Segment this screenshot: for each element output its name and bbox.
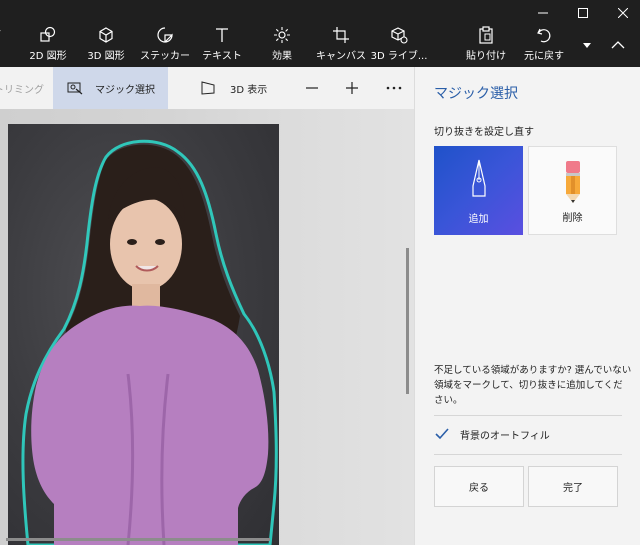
- app-toolbar: 2D 図形 3D 図形 ステッカー テキスト 効果 キャンバス 3D ライブ..…: [0, 0, 640, 67]
- 3d-shapes-button[interactable]: 3D 図形: [86, 26, 126, 66]
- autofill-label: 背景のオートフィル: [460, 430, 550, 442]
- person-photo: [21, 139, 278, 545]
- sticker-icon: [157, 27, 173, 43]
- vertical-scrollbar[interactable]: [406, 248, 409, 394]
- divider: [434, 454, 622, 455]
- effects-button[interactable]: 効果: [265, 26, 299, 66]
- magic-select-button[interactable]: マジック選択: [53, 67, 168, 109]
- 3d-view-label: 3D 表示: [230, 84, 268, 96]
- toolbar-label: 貼り付け: [466, 51, 506, 62]
- toolbar-label: テキスト: [202, 51, 242, 62]
- toolbar-label: 効果: [272, 51, 292, 62]
- brush-icon: [0, 30, 1, 32]
- paste-button[interactable]: 貼り付け: [466, 26, 506, 66]
- pen-icon: [471, 159, 486, 197]
- chevron-down-icon: [583, 42, 591, 48]
- text-icon: [216, 28, 228, 42]
- plus-icon: [346, 82, 358, 94]
- toolbar-label: 元に戻す: [524, 51, 564, 62]
- 2d-shapes-icon: [40, 26, 56, 42]
- back-label: 戻る: [469, 483, 489, 494]
- horizontal-scrollbar[interactable]: [6, 538, 270, 541]
- zoom-in-button[interactable]: [343, 67, 361, 109]
- trim-label: トリミング: [0, 84, 44, 96]
- undo-icon: [537, 28, 551, 43]
- chevron-up-icon: [611, 41, 625, 49]
- toolbar-label: 3D 図形: [87, 51, 125, 62]
- photo-image[interactable]: [8, 124, 279, 545]
- close-icon: [618, 8, 628, 18]
- canvas-icon: [333, 27, 349, 43]
- toolbar-label: ステッカー: [140, 51, 190, 62]
- done-label: 完了: [563, 483, 583, 494]
- drawing-canvas[interactable]: [0, 109, 414, 545]
- magic-select-label: マジック選択: [95, 84, 155, 96]
- toolbar-label: キャンバス: [316, 51, 366, 62]
- brushes-button[interactable]: [0, 26, 8, 66]
- undo-button[interactable]: 元に戻す: [522, 26, 566, 66]
- 3d-view-icon: [201, 81, 215, 95]
- eraser-icon: [565, 161, 580, 203]
- zoom-out-button[interactable]: [303, 67, 321, 109]
- hint-message: 不足している領域がありますか? 選んでいない領域をマークして、切り抜きに追加して…: [434, 365, 632, 406]
- done-button[interactable]: 完了: [528, 466, 618, 507]
- magic-select-icon: [67, 82, 83, 94]
- tool-subbar: トリミング マジック選択 3D 表示: [0, 67, 414, 109]
- back-button[interactable]: 戻る: [434, 466, 524, 507]
- erase-region-button[interactable]: 削除: [528, 146, 617, 235]
- panel-subtitle: 切り抜きを設定し直す: [434, 127, 534, 138]
- paste-icon: [479, 26, 493, 44]
- stickers-button[interactable]: ステッカー: [140, 26, 190, 66]
- canvas-button[interactable]: キャンバス: [316, 26, 366, 66]
- erase-label: 削除: [562, 213, 583, 224]
- trim-button[interactable]: トリミング: [0, 67, 52, 109]
- 2d-shapes-button[interactable]: 2D 図形: [28, 26, 68, 66]
- divider: [434, 415, 622, 416]
- text-button[interactable]: テキスト: [202, 26, 242, 66]
- maximize-icon: [578, 8, 588, 18]
- more-icon: [386, 86, 402, 90]
- more-toolbar-button[interactable]: [578, 36, 596, 54]
- collapse-toolbar-button[interactable]: [604, 34, 632, 56]
- more-options-button[interactable]: [384, 67, 404, 109]
- autofill-checkbox[interactable]: 背景のオートフィル: [434, 423, 550, 445]
- 3d-library-button[interactable]: 3D ライブ...: [371, 26, 427, 66]
- toolbar-label: 3D ライブ...: [370, 51, 428, 62]
- 3d-library-icon: [391, 27, 408, 44]
- close-button[interactable]: [600, 0, 640, 26]
- 3d-shapes-icon: [99, 27, 113, 43]
- checkmark-icon: [434, 426, 450, 442]
- add-region-button[interactable]: 追加: [434, 146, 523, 235]
- magic-select-panel: マジック選択 切り抜きを設定し直す 追加 削除 不足している領域がありますか? …: [414, 67, 640, 545]
- effects-icon: [274, 27, 290, 43]
- panel-title: マジック選択: [434, 86, 518, 102]
- add-label: 追加: [468, 214, 489, 225]
- 3d-view-button[interactable]: 3D 表示: [200, 67, 280, 109]
- minimize-icon: [538, 12, 548, 14]
- toolbar-label: 2D 図形: [29, 51, 67, 62]
- minus-icon: [306, 87, 318, 89]
